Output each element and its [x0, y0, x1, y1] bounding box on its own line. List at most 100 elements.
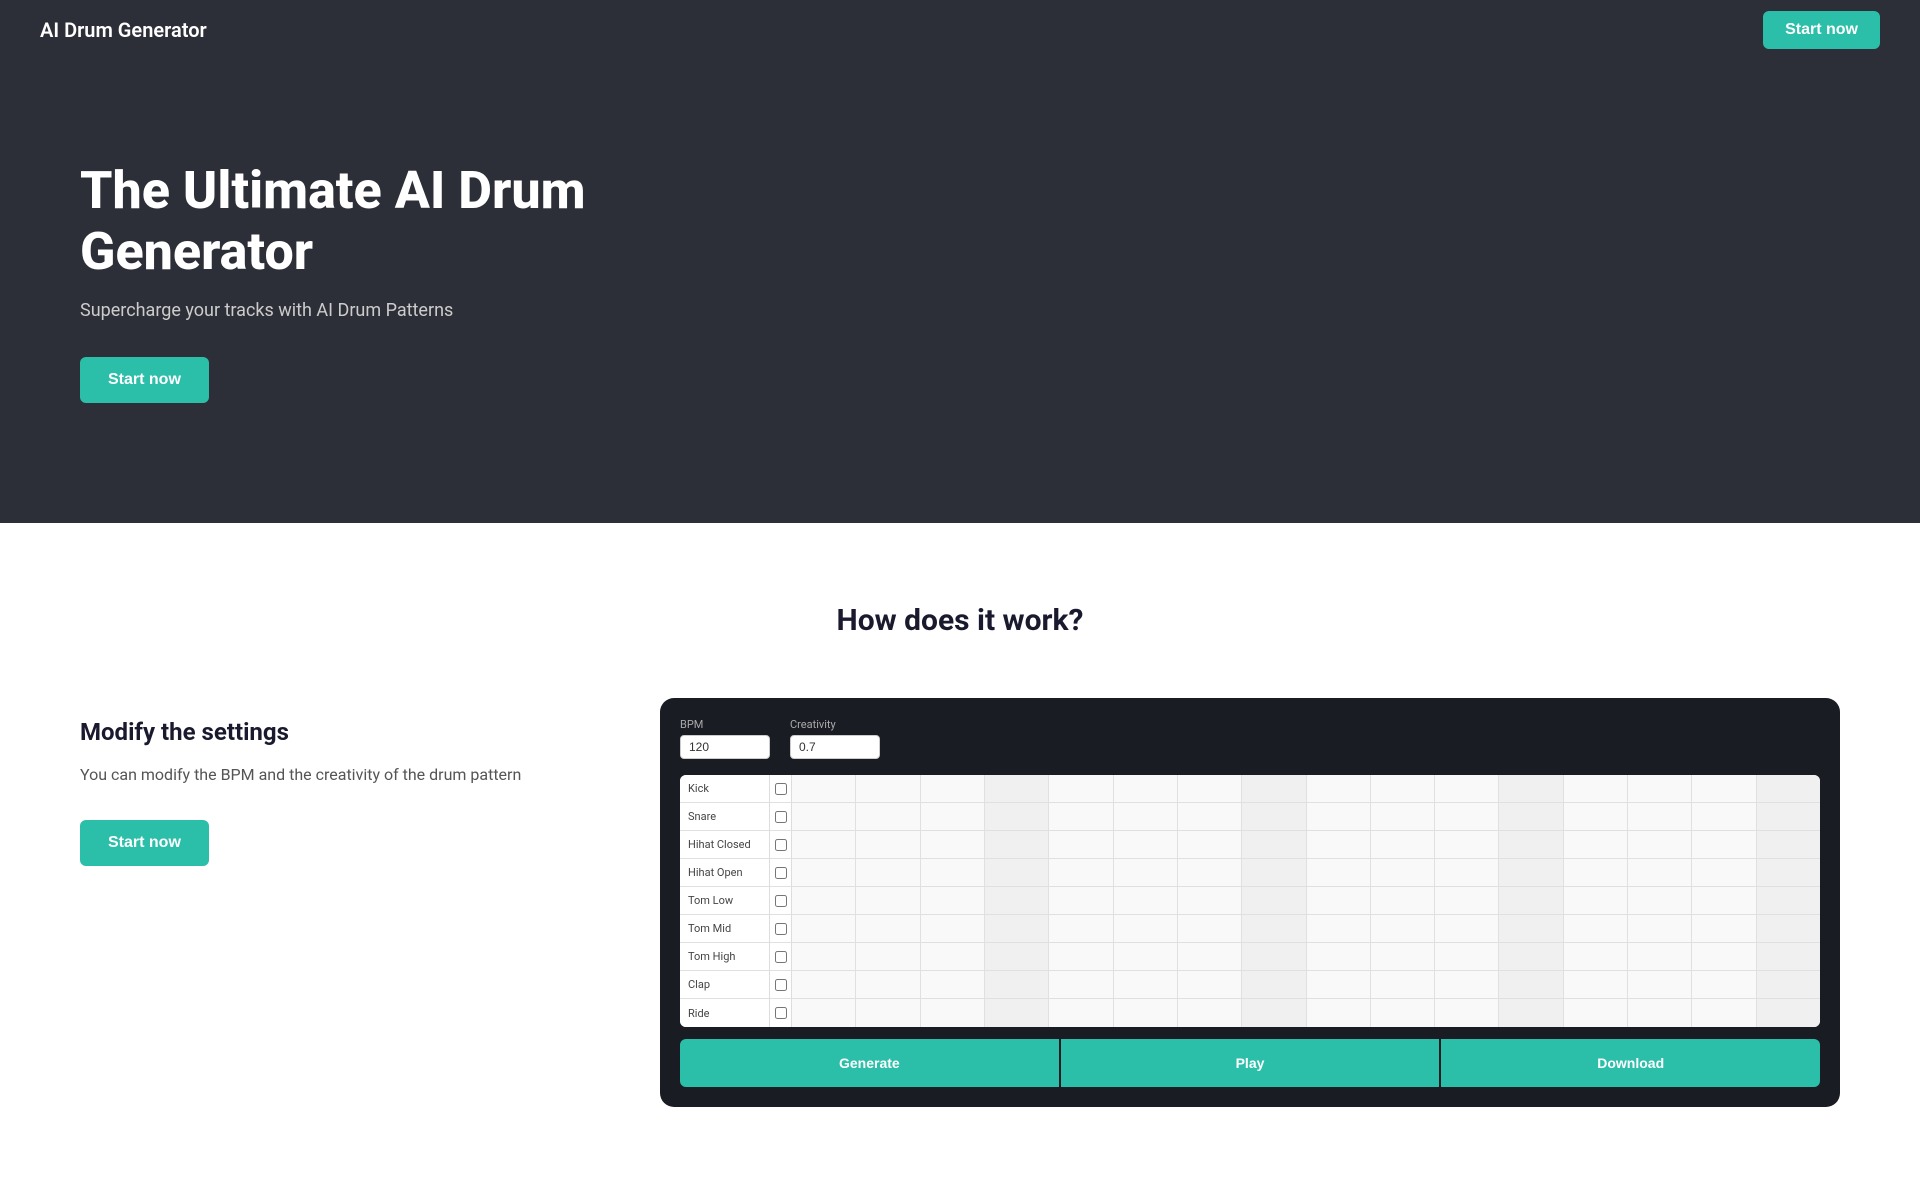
drum-cell[interactable] [1371, 971, 1435, 998]
drum-cell[interactable] [1692, 803, 1756, 830]
drum-cell[interactable] [1049, 803, 1113, 830]
drum-checkbox-kick[interactable] [770, 775, 792, 802]
drum-cell[interactable] [1564, 887, 1628, 914]
drum-cell[interactable] [1371, 859, 1435, 886]
drum-cell[interactable] [1049, 943, 1113, 970]
drum-cell[interactable] [1435, 999, 1499, 1027]
drum-cell[interactable] [1757, 915, 1820, 942]
drum-cell[interactable] [921, 915, 985, 942]
drum-cell[interactable] [1049, 999, 1113, 1027]
drum-cell[interactable] [1307, 775, 1371, 802]
drum-cell[interactable] [856, 915, 920, 942]
drum-cell[interactable] [1628, 803, 1692, 830]
drum-checkbox-tom-high[interactable] [770, 943, 792, 970]
drum-cell[interactable] [1114, 887, 1178, 914]
drum-cell[interactable] [1114, 803, 1178, 830]
drum-cell[interactable] [1757, 859, 1820, 886]
drum-cell[interactable] [1435, 887, 1499, 914]
drum-cell[interactable] [1499, 775, 1563, 802]
drum-cell[interactable] [1435, 915, 1499, 942]
drum-cell[interactable] [1564, 831, 1628, 858]
drum-cell[interactable] [1307, 859, 1371, 886]
drum-cell[interactable] [792, 971, 856, 998]
drum-cell[interactable] [1628, 831, 1692, 858]
drum-cell[interactable] [1307, 915, 1371, 942]
drum-cell[interactable] [1499, 803, 1563, 830]
drum-cell[interactable] [1692, 775, 1756, 802]
drum-cell[interactable] [1371, 999, 1435, 1027]
drum-cell[interactable] [921, 831, 985, 858]
drum-cell[interactable] [1564, 943, 1628, 970]
drum-cell[interactable] [1499, 971, 1563, 998]
drum-cell[interactable] [1178, 831, 1242, 858]
drum-cell[interactable] [1628, 971, 1692, 998]
drum-checkbox-ride[interactable] [770, 999, 792, 1027]
navbar-start-now-button[interactable]: Start now [1763, 11, 1880, 49]
drum-checkbox-tom-mid[interactable] [770, 915, 792, 942]
drum-cell[interactable] [1757, 803, 1820, 830]
hero-start-now-button[interactable]: Start now [80, 357, 209, 403]
drum-cell[interactable] [856, 775, 920, 802]
drum-cell[interactable] [1628, 915, 1692, 942]
drum-cell[interactable] [856, 831, 920, 858]
drum-cell[interactable] [921, 999, 985, 1027]
drum-cell[interactable] [1242, 803, 1306, 830]
drum-cell[interactable] [1499, 915, 1563, 942]
drum-cell[interactable] [1178, 943, 1242, 970]
drum-cell[interactable] [1435, 859, 1499, 886]
drum-cell[interactable] [1371, 943, 1435, 970]
drum-cell[interactable] [1499, 887, 1563, 914]
drum-cell[interactable] [856, 887, 920, 914]
drum-cell[interactable] [1628, 999, 1692, 1027]
drum-cell[interactable] [1564, 803, 1628, 830]
drum-cell[interactable] [1435, 803, 1499, 830]
drum-cell[interactable] [1242, 831, 1306, 858]
drum-checkbox-hihat-closed[interactable] [770, 831, 792, 858]
drum-cell[interactable] [792, 887, 856, 914]
drum-checkbox-tom-low[interactable] [770, 887, 792, 914]
drum-cell[interactable] [1371, 887, 1435, 914]
drum-cell[interactable] [1499, 943, 1563, 970]
drum-cell[interactable] [1049, 775, 1113, 802]
drum-cell[interactable] [1049, 831, 1113, 858]
drum-cell[interactable] [1692, 999, 1756, 1027]
drum-cell[interactable] [1049, 887, 1113, 914]
drum-cell[interactable] [792, 943, 856, 970]
drum-cell[interactable] [985, 803, 1049, 830]
drum-cell[interactable] [792, 859, 856, 886]
drum-cell[interactable] [1757, 831, 1820, 858]
drum-cell[interactable] [985, 999, 1049, 1027]
drum-cell[interactable] [1178, 971, 1242, 998]
drum-cell[interactable] [856, 971, 920, 998]
drum-cell[interactable] [1114, 999, 1178, 1027]
drum-cell[interactable] [1242, 915, 1306, 942]
drum-cell[interactable] [1371, 915, 1435, 942]
drum-cell[interactable] [1307, 831, 1371, 858]
drum-cell[interactable] [1049, 915, 1113, 942]
drum-cell[interactable] [921, 803, 985, 830]
drum-cell[interactable] [1435, 943, 1499, 970]
drum-cell[interactable] [1628, 887, 1692, 914]
drum-cell[interactable] [1564, 999, 1628, 1027]
drum-cell[interactable] [921, 775, 985, 802]
drum-cell[interactable] [1628, 943, 1692, 970]
drum-cell[interactable] [985, 971, 1049, 998]
bpm-input[interactable] [680, 735, 770, 759]
drum-cell[interactable] [1692, 859, 1756, 886]
drum-cell[interactable] [921, 887, 985, 914]
drum-cell[interactable] [1178, 775, 1242, 802]
drum-cell[interactable] [1628, 859, 1692, 886]
drum-cell[interactable] [1692, 887, 1756, 914]
drum-cell[interactable] [1242, 887, 1306, 914]
drum-cell[interactable] [1692, 915, 1756, 942]
drum-cell[interactable] [1242, 943, 1306, 970]
drum-cell[interactable] [1435, 971, 1499, 998]
drum-cell[interactable] [792, 999, 856, 1027]
drum-cell[interactable] [1371, 775, 1435, 802]
drum-cell[interactable] [1499, 999, 1563, 1027]
drum-cell[interactable] [1757, 775, 1820, 802]
drum-checkbox-snare[interactable] [770, 803, 792, 830]
drum-cell[interactable] [1307, 943, 1371, 970]
drum-cell[interactable] [1242, 775, 1306, 802]
drum-cell[interactable] [792, 915, 856, 942]
